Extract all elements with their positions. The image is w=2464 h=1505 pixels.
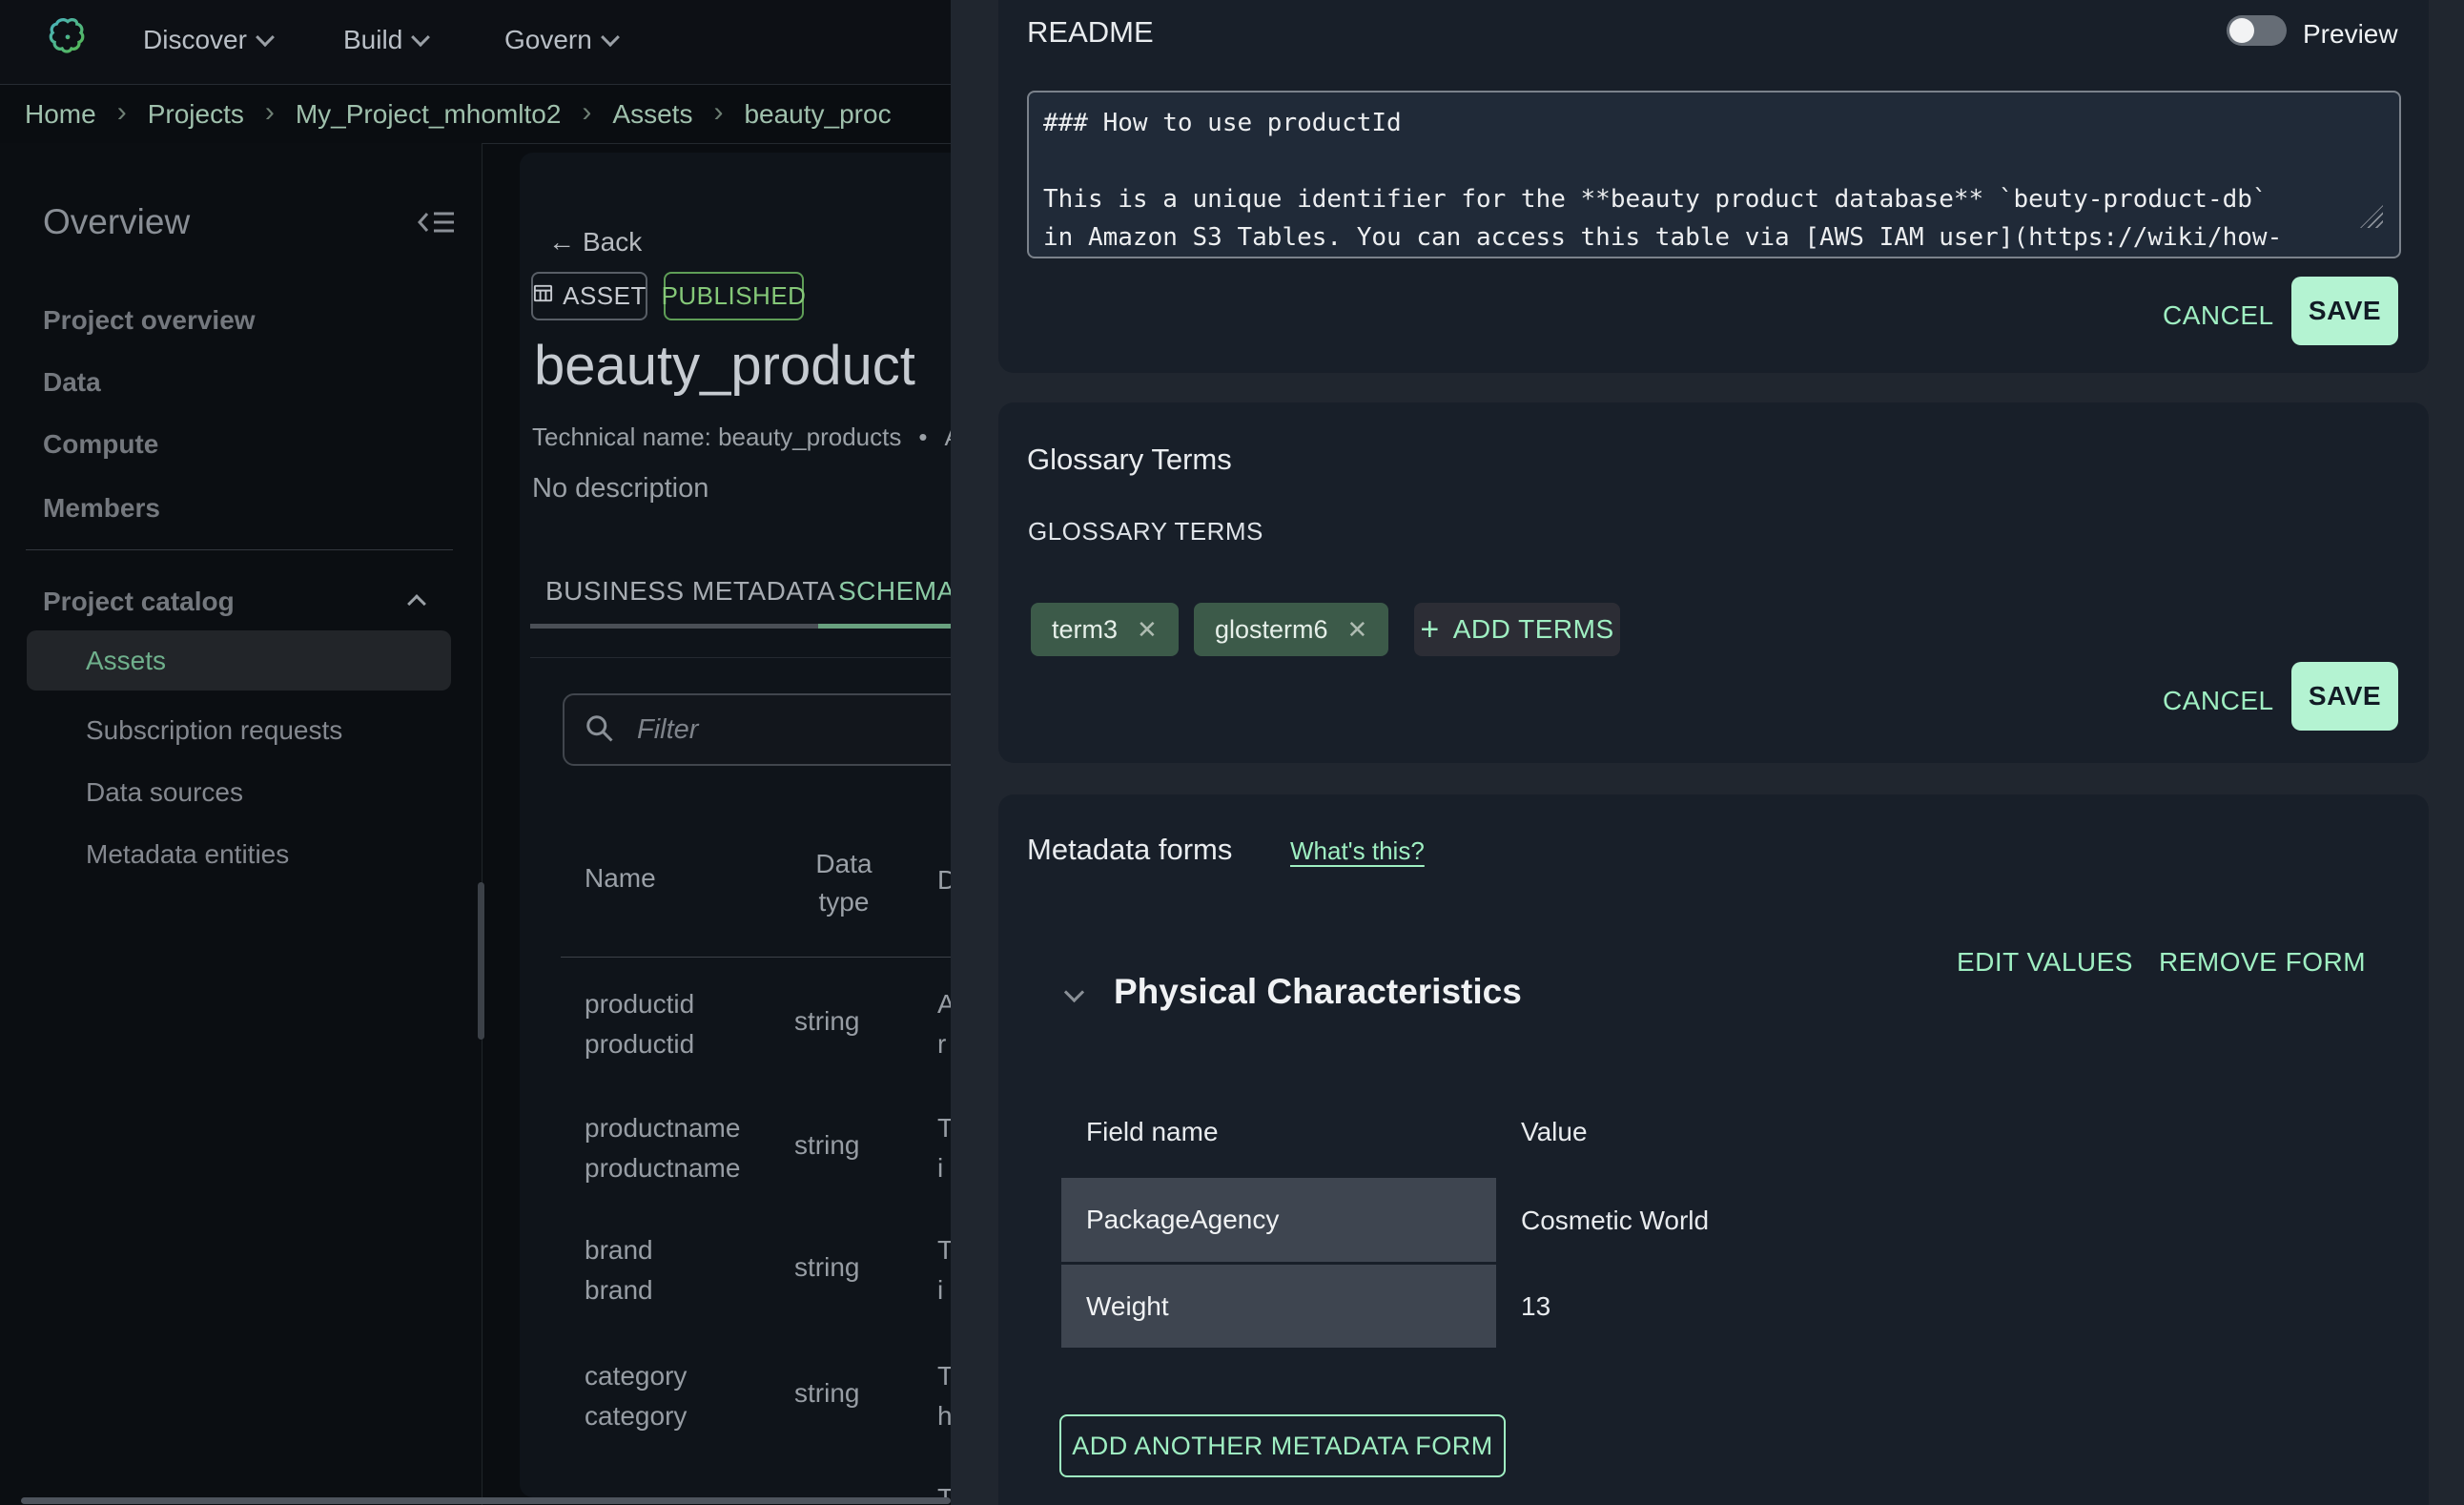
- sidebar-item-metadata-entities[interactable]: Metadata entities: [86, 839, 289, 870]
- sidebar-item-compute[interactable]: Compute: [43, 429, 158, 460]
- sidebar-item-members[interactable]: Members: [43, 493, 160, 524]
- preview-toggle[interactable]: [2227, 15, 2287, 46]
- tab-underline-inactive: [530, 624, 818, 629]
- asset-title: beauty_product: [534, 334, 951, 398]
- status-badge: PUBLISHED: [664, 272, 804, 320]
- value-header: Value: [1521, 1117, 1588, 1147]
- readme-title: README: [1027, 15, 1154, 50]
- sidebar-item-assets-label: Assets: [86, 646, 166, 676]
- breadcrumb-project-name[interactable]: My_Project_mhomlto2: [296, 99, 562, 130]
- sidebar-item-data[interactable]: Data: [43, 367, 101, 398]
- horizontal-scrollbar[interactable]: [21, 1497, 951, 1504]
- column-header-description: D: [937, 865, 951, 896]
- field-name-cell: Weight: [1061, 1265, 1496, 1348]
- chevron-down-icon[interactable]: [1064, 982, 1084, 1002]
- tab-business-metadata[interactable]: BUSINESS METADATA: [545, 576, 835, 607]
- breadcrumb-projects[interactable]: Projects: [148, 99, 244, 130]
- form-title: Physical Characteristics: [1114, 972, 1522, 1012]
- field-name-header: Field name: [1086, 1117, 1219, 1147]
- preview-label: Preview: [2303, 19, 2398, 50]
- search-icon: [582, 711, 616, 750]
- breadcrumb-separator: ›: [265, 96, 275, 129]
- breadcrumb-separator: ›: [713, 96, 723, 129]
- column-header-data-type: Data type: [796, 845, 892, 921]
- breadcrumb-home[interactable]: Home: [25, 99, 96, 130]
- glossary-cancel-button[interactable]: CANCEL: [2163, 686, 2274, 716]
- add-terms-button[interactable]: + ADD TERMS: [1414, 603, 1620, 656]
- metadata-forms-title: Metadata forms: [1027, 833, 1232, 867]
- tab-schema[interactable]: SCHEMA: [838, 576, 951, 607]
- schema-filter-input[interactable]: Filter: [563, 693, 951, 766]
- nav-menu-build[interactable]: Build: [343, 25, 427, 55]
- chevron-down-icon: [601, 28, 620, 47]
- sidebar-scrollbar[interactable]: [478, 882, 484, 1040]
- remove-form-button[interactable]: REMOVE FORM: [2159, 947, 2366, 978]
- readme-cancel-button[interactable]: CANCEL: [2163, 300, 2274, 331]
- breadcrumb-separator: ›: [117, 96, 127, 129]
- glossary-save-button[interactable]: SAVE: [2291, 662, 2398, 731]
- column-header-name: Name: [585, 863, 656, 894]
- glossary-card: Glossary Terms GLOSSARY TERMS term3 ✕ gl…: [998, 402, 2429, 763]
- remove-term-icon[interactable]: ✕: [1137, 617, 1158, 642]
- back-arrow-icon: ←: [548, 227, 575, 258]
- filter-placeholder: Filter: [637, 714, 698, 746]
- add-another-metadata-form-button[interactable]: ADD ANOTHER METADATA FORM: [1059, 1414, 1506, 1477]
- schema-section-divider: [530, 657, 951, 658]
- sidebar-item-project-overview[interactable]: Project overview: [43, 305, 256, 336]
- field-name-cell: PackageAgency: [1061, 1178, 1496, 1262]
- breadcrumb-current-asset[interactable]: beauty_proc: [744, 99, 891, 130]
- sidebar-item-data-sources[interactable]: Data sources: [86, 777, 243, 808]
- sidebar-item-subscription-requests[interactable]: Subscription requests: [86, 715, 342, 746]
- sidebar-divider: [26, 549, 453, 550]
- readme-save-button[interactable]: SAVE: [2291, 277, 2398, 345]
- technical-name: Technical name: beauty_products • A: [532, 423, 951, 452]
- edit-values-button[interactable]: EDIT VALUES: [1957, 947, 2133, 978]
- nav-menu-govern[interactable]: Govern: [504, 25, 617, 55]
- field-value: Cosmetic World: [1521, 1206, 1709, 1236]
- bullet-separator: •: [918, 423, 927, 452]
- table-icon: [532, 281, 554, 311]
- glossary-field-label: GLOSSARY TERMS: [1028, 517, 1263, 546]
- metadata-forms-card: Metadata forms What's this? EDIT VALUES …: [998, 794, 2429, 1505]
- asset-detail-panel: ← Back ASSET PUBLISHED beauty_product Te…: [520, 153, 951, 1497]
- field-value: 13: [1521, 1291, 1550, 1322]
- plus-icon: +: [1420, 613, 1439, 646]
- collapse-sidebar-icon[interactable]: [418, 206, 456, 243]
- toggle-knob: [2229, 18, 2254, 43]
- app-logo-icon[interactable]: [43, 14, 92, 69]
- table-header-divider: [561, 957, 951, 958]
- remove-term-icon[interactable]: ✕: [1347, 617, 1368, 642]
- sidebar-section-project-catalog[interactable]: Project catalog: [43, 587, 235, 617]
- sidebar-item-assets[interactable]: Assets: [27, 630, 451, 691]
- breadcrumb-separator: ›: [582, 96, 591, 129]
- sidebar-title: Overview: [43, 202, 190, 242]
- asset-type-badge: ASSET: [531, 272, 647, 320]
- readme-card: README Preview ### How to use productId …: [998, 0, 2429, 373]
- readme-editor[interactable]: ### How to use productId This is a uniqu…: [1027, 91, 2401, 258]
- whats-this-link[interactable]: What's this?: [1290, 836, 1425, 866]
- breadcrumb: Home › Projects › My_Project_mhomlto2 › …: [0, 85, 975, 144]
- glossary-term-chip: term3 ✕: [1031, 603, 1179, 656]
- chevron-up-icon[interactable]: [407, 594, 426, 613]
- chevron-down-icon: [256, 28, 275, 47]
- app-window: Discover Build Govern Home › Projects › …: [0, 0, 2464, 1505]
- asset-description: No description: [532, 473, 708, 505]
- nav-menu-discover[interactable]: Discover: [143, 25, 272, 55]
- glossary-term-chip: glosterm6 ✕: [1194, 603, 1388, 656]
- glossary-title: Glossary Terms: [1027, 443, 1232, 477]
- chevron-down-icon: [411, 28, 430, 47]
- sidebar: Overview Project overview Data Compute M…: [0, 143, 483, 1505]
- tab-underline-active: [818, 624, 951, 629]
- breadcrumb-assets[interactable]: Assets: [612, 99, 692, 130]
- back-button[interactable]: ← Back: [548, 227, 642, 258]
